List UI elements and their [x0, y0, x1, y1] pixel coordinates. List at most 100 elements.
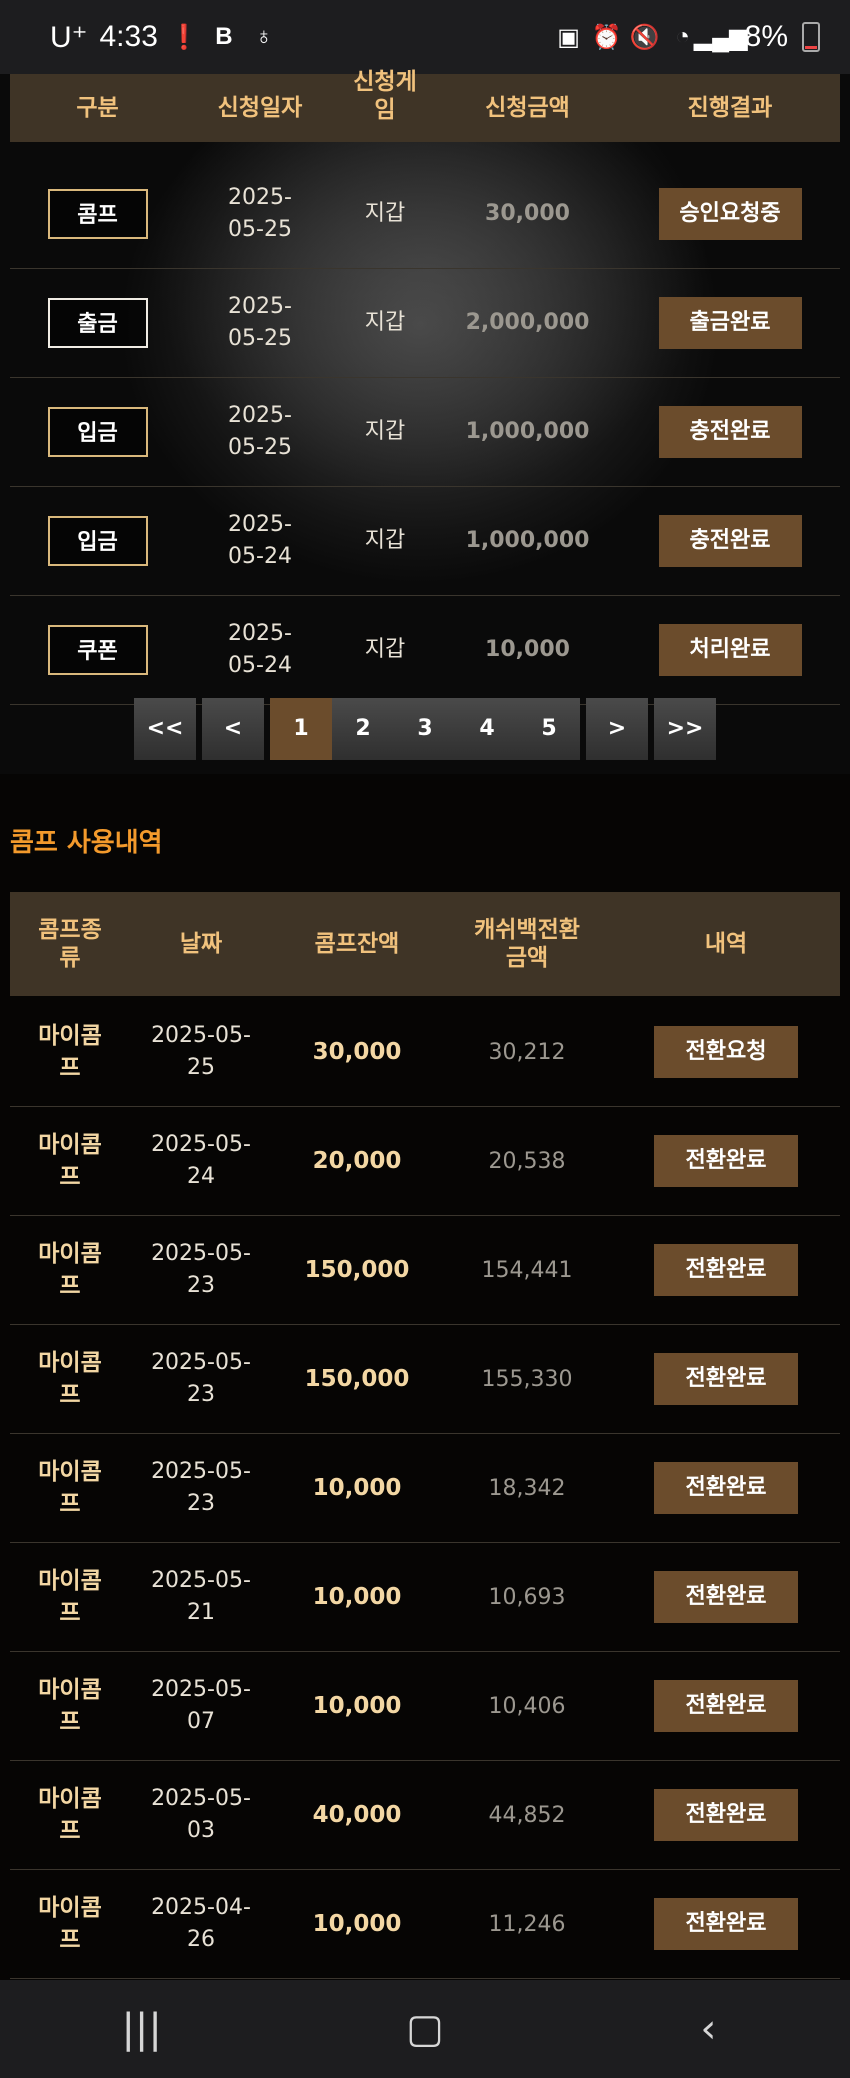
- page-button-1[interactable]: 1: [270, 698, 332, 760]
- app-b-icon: B: [215, 23, 233, 50]
- comp-type-line1: 마이콤: [38, 1677, 102, 1703]
- convert-status-button[interactable]: 전환완료: [654, 1898, 798, 1950]
- comp-status-cell: 전환완료: [612, 1898, 840, 1950]
- header-game: 신청게 임: [353, 69, 417, 123]
- comp-balance-cell: 20,000: [312, 1148, 402, 1174]
- signal-icon: ▂▄▆: [693, 23, 748, 51]
- comp-date-line2: 23: [187, 1273, 215, 1298]
- last-page-button[interactable]: >>: [654, 698, 716, 760]
- date-year: 2025-: [228, 512, 292, 537]
- comp-status-cell: 전환완료: [612, 1571, 840, 1623]
- date-year: 2025-: [228, 294, 292, 319]
- comp-type-cell: 마이콤 프: [10, 1347, 130, 1411]
- cashback-amount-cell: 155,330: [481, 1366, 573, 1392]
- comp-date-line1: 2025-05-: [151, 1023, 251, 1048]
- comp-type-line1: 마이콤: [38, 1132, 102, 1158]
- nfc-icon: ▣: [557, 23, 580, 51]
- page-button-4[interactable]: 4: [456, 698, 518, 760]
- comp-type-line2: 프: [59, 1382, 81, 1408]
- type-badge: 입금: [47, 407, 148, 457]
- recents-icon[interactable]: |||: [102, 2006, 182, 2052]
- page-button-3[interactable]: 3: [394, 698, 456, 760]
- header-comp-date: 날짜: [179, 931, 223, 957]
- comp-date-line2: 23: [187, 1382, 215, 1407]
- date-day: 05-25: [228, 326, 292, 351]
- page-button-2[interactable]: 2: [332, 698, 394, 760]
- cashback-amount-cell: 18,342: [488, 1475, 566, 1501]
- alarm-icon: ⏰: [591, 23, 622, 51]
- comp-status-cell: 전환완료: [612, 1244, 840, 1296]
- comp-type-line2: 프: [59, 1818, 81, 1844]
- comp-status-cell: 전환완료: [612, 1135, 840, 1187]
- comp-balance-cell: 40,000: [312, 1802, 402, 1828]
- comp-type-cell: 마이콤 프: [10, 1020, 130, 1084]
- convert-status-button[interactable]: 전환완료: [654, 1680, 798, 1732]
- home-icon[interactable]: ▢: [385, 2006, 465, 2052]
- header-result: 진행결과: [687, 95, 773, 121]
- clock: 4:33: [99, 20, 158, 53]
- status-button[interactable]: 충전완료: [658, 515, 802, 567]
- convert-status-button[interactable]: 전환완료: [654, 1135, 798, 1187]
- comp-date-cell: 2025-05- 23: [130, 1238, 272, 1302]
- convert-status-button[interactable]: 전환완료: [654, 1353, 798, 1405]
- comp-date-cell: 2025-05- 25: [130, 1020, 272, 1084]
- prev-page-button[interactable]: <: [202, 698, 264, 760]
- comp-balance-cell: 10,000: [312, 1584, 402, 1610]
- wifi-icon: ◔: [675, 23, 690, 50]
- comp-date-line2: 23: [187, 1491, 215, 1516]
- header-comp-type: 콤프종 류: [10, 916, 130, 972]
- comp-date-line1: 2025-05-: [151, 1350, 251, 1375]
- convert-status-button[interactable]: 전환완료: [654, 1571, 798, 1623]
- mute-icon: 🔇: [629, 23, 660, 51]
- comp-balance-cell: 30,000: [312, 1039, 402, 1065]
- status-button[interactable]: 충전완료: [658, 406, 802, 458]
- next-page-button[interactable]: >: [586, 698, 648, 760]
- cashback-amount-cell: 44,852: [488, 1802, 566, 1828]
- convert-status-button[interactable]: 전환요청: [654, 1026, 798, 1078]
- comp-type-cell: 마이콤프: [10, 1565, 130, 1629]
- comp-type-cell: 마이콤프: [10, 1238, 130, 1302]
- comp-date-line1: 2025-04-: [151, 1895, 251, 1920]
- comp-date-cell: 2025-05- 24: [130, 1129, 272, 1193]
- header-cashback-line2: 금액: [505, 945, 549, 971]
- status-button[interactable]: 출금완료: [658, 297, 802, 349]
- comp-type-line2: 프: [59, 1491, 81, 1517]
- convert-status-button[interactable]: 전환완료: [654, 1462, 798, 1514]
- comp-type-cell: 마이콤 프: [10, 1129, 130, 1193]
- back-icon[interactable]: ‹: [668, 2006, 748, 2052]
- comp-type-line1: 마이콤: [38, 1568, 102, 1594]
- type-badge: 출금: [47, 298, 148, 348]
- amount-cell: 1,000,000: [465, 419, 590, 444]
- comp-date-cell: 2025-05- 23: [130, 1456, 272, 1520]
- convert-status-button[interactable]: 전환완료: [654, 1244, 798, 1296]
- date-day: 05-25: [228, 217, 292, 242]
- comp-type-line1: 마이콤: [38, 1241, 102, 1267]
- date-year: 2025-: [228, 403, 292, 428]
- comp-type-cell: 마이콤 프: [10, 1674, 130, 1738]
- header-comp-balance: 콤프잔액: [314, 931, 400, 957]
- comp-date-line2: 24: [187, 1164, 215, 1189]
- type-badge: 콤프: [47, 189, 148, 239]
- comp-row: 마이콤 프 2025-05- 25 30,000 30,212 전환요청: [10, 998, 840, 1107]
- game-cell: 지갑: [364, 637, 406, 662]
- game-cell: 지갑: [364, 528, 406, 553]
- status-button[interactable]: 승인요청중: [658, 188, 802, 240]
- convert-status-button[interactable]: 전환완료: [654, 1789, 798, 1841]
- page-button-5[interactable]: 5: [518, 698, 580, 760]
- comp-date-cell: 2025-05- 21: [130, 1565, 272, 1629]
- comp-type-line2: 프: [59, 1600, 81, 1626]
- first-page-button[interactable]: <<: [134, 698, 196, 760]
- navigation-bar: ||| ▢ ‹: [0, 1980, 850, 2078]
- comp-status-cell: 전환완료: [612, 1789, 840, 1841]
- comp-balance-cell: 10,000: [312, 1693, 402, 1719]
- alert-icon: ❗: [168, 23, 199, 51]
- comp-balance-cell: 150,000: [304, 1257, 410, 1283]
- status-button[interactable]: 처리완료: [658, 624, 802, 676]
- comp-type-line2: 프: [59, 1273, 81, 1299]
- comp-balance-cell: 150,000: [304, 1366, 410, 1392]
- table-row: 입금 2025- 05-24 지갑 1,000,000 충전완료: [10, 487, 840, 596]
- comp-date-line1: 2025-05-: [151, 1568, 251, 1593]
- status-bar: U⁺ 4:33 ❗ B ♁ ▣ ⏰ 🔇 ◔ ▂▄▆ 8%: [0, 0, 850, 74]
- table-row: 입금 2025- 05-25 지갑 1,000,000 충전완료: [10, 378, 840, 487]
- game-cell: 지갑: [364, 201, 406, 226]
